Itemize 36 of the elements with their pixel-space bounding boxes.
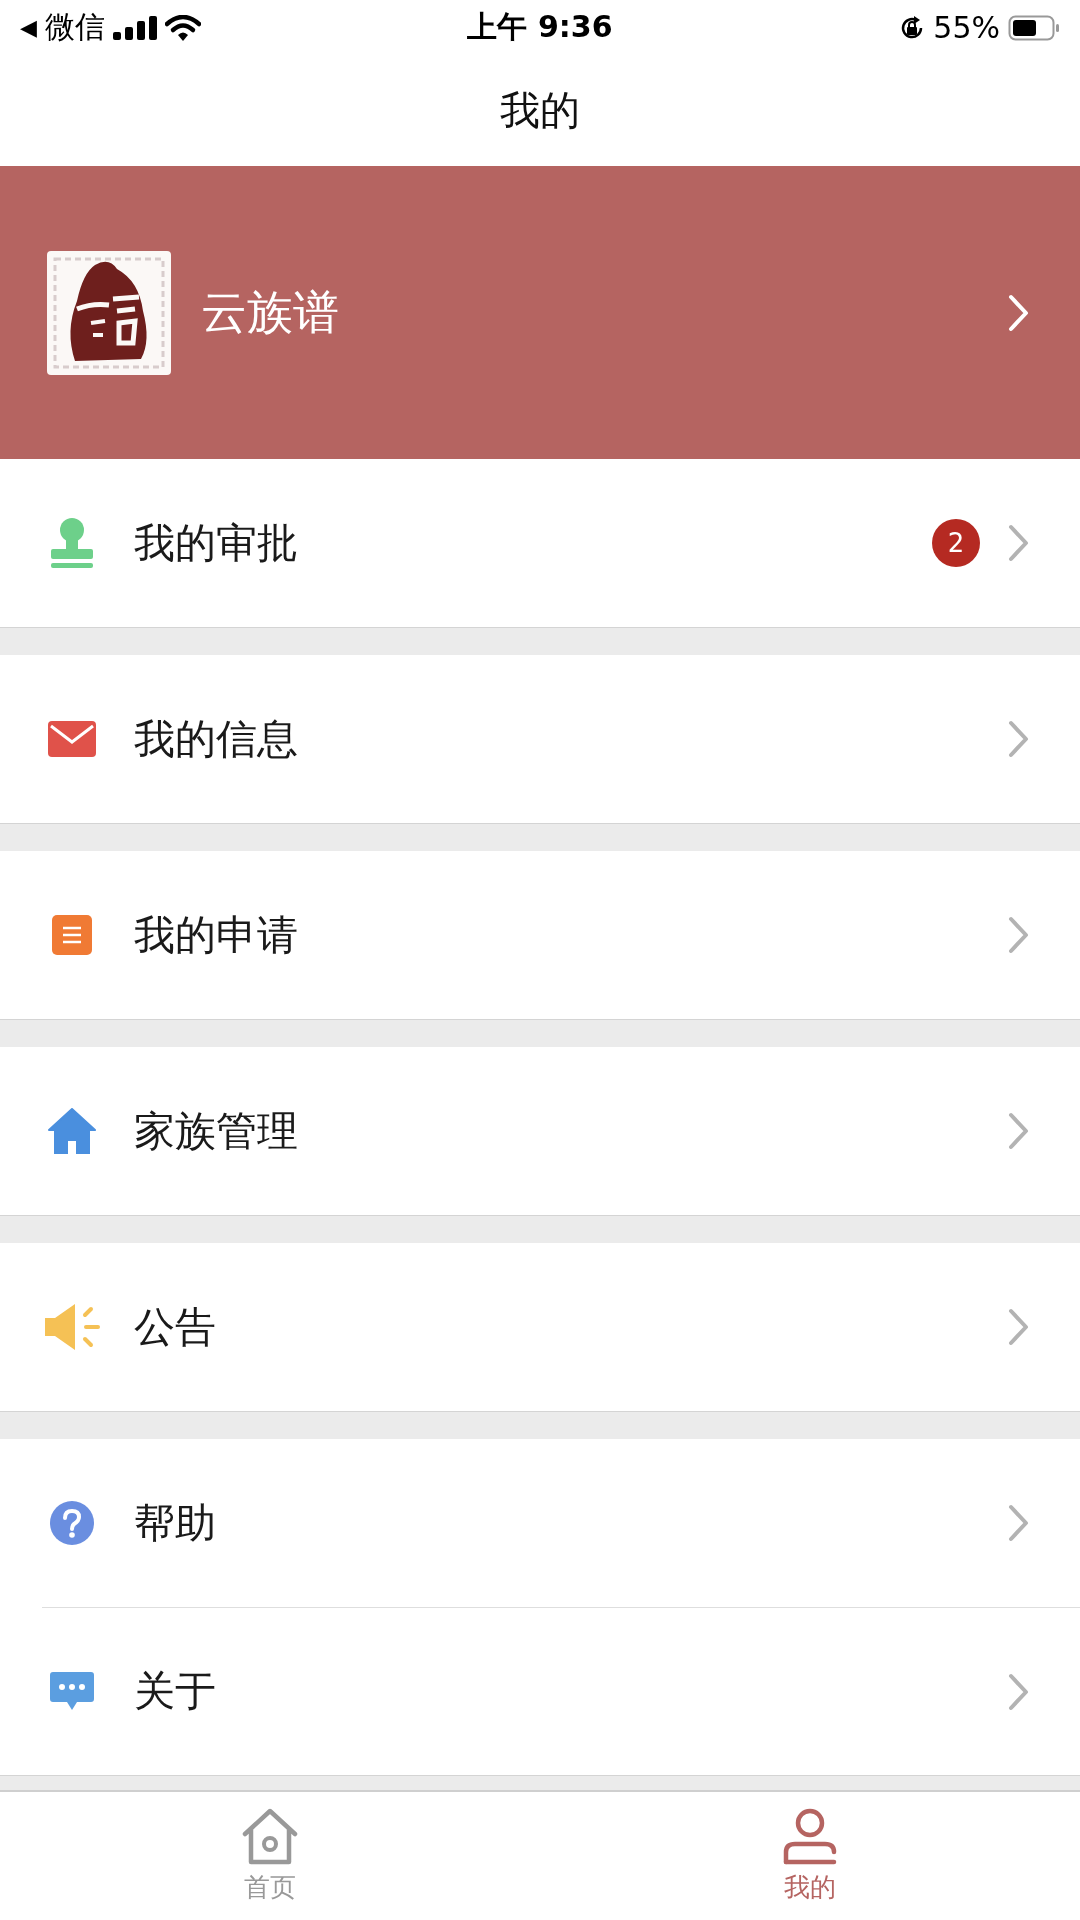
menu-item[interactable]: 公告 xyxy=(42,1243,1080,1411)
back-label[interactable]: ◀ xyxy=(20,15,37,40)
home-icon xyxy=(241,1808,299,1866)
document-icon xyxy=(52,915,92,955)
battery-icon xyxy=(1008,14,1060,41)
signal-icon xyxy=(112,15,157,40)
chevron-right-icon xyxy=(1008,524,1030,562)
menu-item[interactable]: 关于 xyxy=(42,1607,1080,1775)
chevron-right-icon xyxy=(1008,720,1030,758)
app-name[interactable]: 微信 xyxy=(44,7,105,48)
question-icon xyxy=(50,1501,94,1545)
megaphone-icon xyxy=(43,1302,101,1352)
chat-bubble-icon xyxy=(50,1671,94,1712)
chevron-right-icon xyxy=(1008,1308,1030,1346)
chevron-right-icon xyxy=(1008,1672,1030,1711)
wifi-icon xyxy=(164,14,201,41)
menu-item[interactable]: 我的申请 xyxy=(42,851,1080,1019)
page-title: 我的 xyxy=(500,86,580,135)
menu-item[interactable]: 我的审批 2 xyxy=(42,459,1080,627)
envelope-icon xyxy=(48,721,96,757)
profile-card[interactable]: 云族谱 xyxy=(0,166,1080,459)
tab[interactable]: 我的 xyxy=(540,1792,1080,1920)
menu-item[interactable]: 家族管理 xyxy=(42,1047,1080,1215)
chevron-right-icon xyxy=(1008,1112,1030,1150)
house-icon xyxy=(48,1108,96,1154)
person-icon xyxy=(783,1808,837,1866)
stamp-icon xyxy=(49,517,95,569)
chevron-right-icon xyxy=(1008,293,1030,332)
menu-item[interactable]: 我的信息 xyxy=(42,655,1080,823)
chevron-right-icon xyxy=(1008,1504,1030,1542)
battery-percent: 55% xyxy=(933,10,1000,45)
clock-time: 上午 9:36 xyxy=(467,8,613,46)
menu-item[interactable]: 帮助 xyxy=(42,1439,1080,1607)
profile-name: 云族谱 xyxy=(201,283,340,341)
chevron-right-icon xyxy=(1008,916,1030,954)
count-badge: 2 xyxy=(932,519,980,567)
